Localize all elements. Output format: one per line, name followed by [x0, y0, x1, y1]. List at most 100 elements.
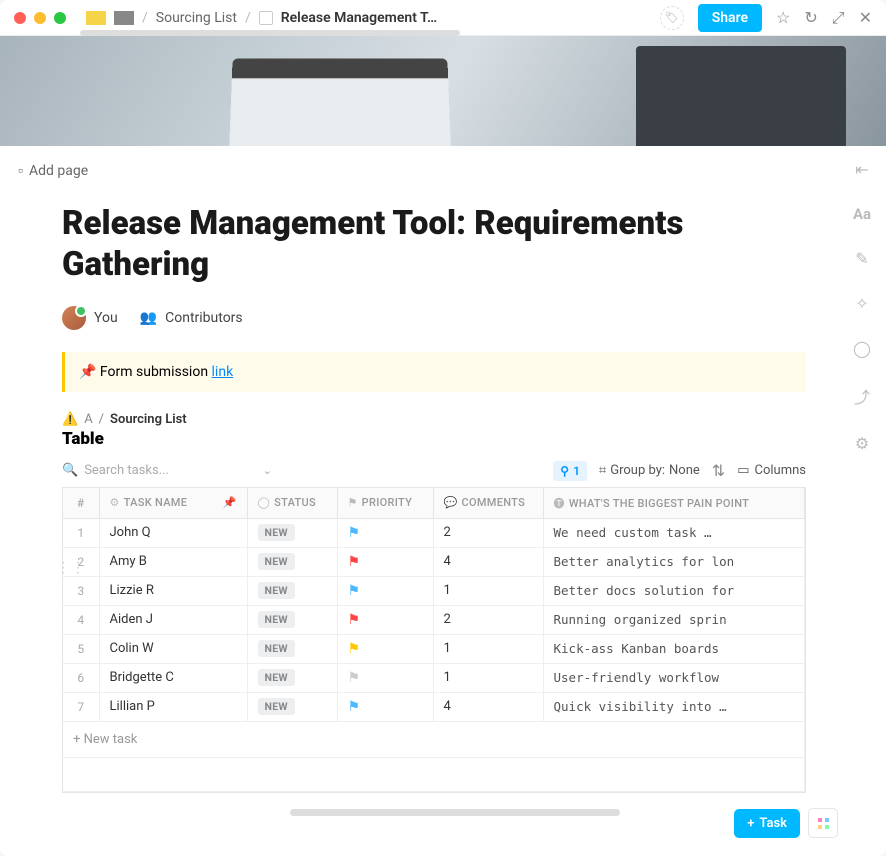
breadcrumb-parent[interactable]: Sourcing List — [156, 10, 237, 26]
folder-chip — [86, 11, 106, 25]
th-name-label: TASK NAME — [124, 496, 188, 509]
table-crumb-a: A — [84, 412, 92, 427]
page-title[interactable]: Release Management Tool: Requirements Ga… — [62, 203, 806, 286]
horizontal-scrollbar[interactable] — [290, 809, 620, 816]
task-priority[interactable]: ⚑ — [337, 576, 433, 605]
task-status[interactable]: NEW — [247, 663, 337, 692]
apps-icon — [818, 818, 829, 829]
callout-link[interactable]: link — [212, 364, 234, 380]
filter-icon: ⚲ — [560, 464, 569, 478]
apps-button[interactable] — [808, 808, 838, 838]
task-pain[interactable]: Quick visibility into … — [543, 692, 805, 721]
chat-icon[interactable]: ◯ — [853, 339, 871, 358]
task-name[interactable]: Colin W — [99, 634, 247, 663]
pin-icon[interactable]: 📌 — [223, 496, 237, 509]
task-comments[interactable]: 1 — [433, 634, 543, 663]
th-comments[interactable]: 💬COMMENTS — [433, 488, 543, 519]
task-name[interactable]: Bridgette C — [99, 663, 247, 692]
table-title[interactable]: Table — [62, 429, 806, 449]
table-row[interactable]: 4Aiden JNEW⚑2Running organized sprin — [63, 605, 805, 634]
task-pain[interactable]: We need custom task … — [543, 518, 805, 547]
collapse-icon[interactable]: ⤢ — [832, 8, 845, 28]
table-row[interactable]: 7Lillian PNEW⚑4Quick visibility into … — [63, 692, 805, 721]
new-task-button[interactable]: + New task — [63, 722, 805, 758]
task-status[interactable]: NEW — [247, 518, 337, 547]
drag-handle-icon[interactable]: ⋮⋮ — [56, 560, 86, 576]
folder-chip-2 — [114, 11, 134, 25]
indent-icon[interactable]: ⇤ — [855, 160, 868, 179]
task-pain[interactable]: User-friendly workflow — [543, 663, 805, 692]
task-name[interactable]: John Q — [99, 518, 247, 547]
columns-button[interactable]: ▭ Columns — [737, 463, 806, 478]
task-priority[interactable]: ⚑ — [337, 518, 433, 547]
wand-icon[interactable]: ✎ — [855, 249, 868, 268]
warn-icon: ⚠️ — [62, 412, 78, 427]
task-pain[interactable]: Better analytics for lon — [543, 547, 805, 576]
new-task-fab[interactable]: +Task — [734, 809, 800, 838]
table-row[interactable]: 6Bridgette CNEW⚑1User-friendly workflow — [63, 663, 805, 692]
task-comments[interactable]: 2 — [433, 518, 543, 547]
task-priority[interactable]: ⚑ — [337, 634, 433, 663]
table-row[interactable]: 3Lizzie RNEW⚑1Better docs solution for — [63, 576, 805, 605]
th-num[interactable]: # — [63, 488, 99, 519]
add-page-button[interactable]: ▫ Add page — [18, 162, 806, 179]
th-pain[interactable]: 🅣WHAT'S THE BIGGEST PAIN POINT — [543, 488, 805, 519]
table-row[interactable]: 2Amy BNEW⚑4Better analytics for lon — [63, 547, 805, 576]
th-status-label: STATUS — [274, 496, 316, 509]
th-name[interactable]: ⚙TASK NAME📌 — [99, 488, 247, 519]
history-icon[interactable]: ↻ — [804, 8, 817, 27]
th-priority[interactable]: ⚑PRIORITY — [337, 488, 433, 519]
typography-icon[interactable]: Aa — [853, 205, 871, 223]
task-status[interactable]: NEW — [247, 576, 337, 605]
gear-icon[interactable]: ⚙ — [855, 434, 869, 453]
contributors[interactable]: 👥 Contributors — [140, 310, 243, 326]
search-input[interactable] — [84, 463, 244, 478]
row-num: 4 — [63, 605, 99, 634]
filter-badge[interactable]: ⚲ 1 — [553, 461, 587, 481]
task-priority[interactable]: ⚑ — [337, 547, 433, 576]
task-name[interactable]: Amy B — [99, 547, 247, 576]
add-page-label: Add page — [29, 163, 88, 179]
chevron-down-icon[interactable]: ⌄ — [263, 464, 272, 477]
task-status[interactable]: NEW — [247, 692, 337, 721]
breadcrumb-current: Release Management T… — [281, 10, 437, 26]
star-icon[interactable]: ☆ — [776, 8, 790, 27]
tag-icon[interactable]: 🏷 — [660, 6, 684, 30]
task-priority[interactable]: ⚑ — [337, 692, 433, 721]
table-row[interactable]: 1John QNEW⚑2We need custom task … — [63, 518, 805, 547]
sparkle-icon[interactable]: ✧ — [855, 294, 868, 313]
author-you[interactable]: You — [62, 306, 118, 330]
group-icon: ⌗ — [599, 463, 606, 478]
window-close[interactable] — [14, 12, 26, 24]
group-by[interactable]: ⌗ Group by: None — [599, 463, 700, 478]
task-status[interactable]: NEW — [247, 547, 337, 576]
task-status[interactable]: NEW — [247, 634, 337, 663]
upload-icon[interactable]: ⤴ — [854, 384, 870, 408]
status-badge: NEW — [258, 553, 295, 570]
columns-icon: ▭ — [737, 463, 749, 478]
close-icon[interactable]: ✕ — [859, 8, 872, 27]
task-pain[interactable]: Better docs solution for — [543, 576, 805, 605]
table-crumb-current[interactable]: Sourcing List — [110, 412, 187, 427]
callout-text: Form submission — [100, 364, 212, 380]
task-status[interactable]: NEW — [247, 605, 337, 634]
task-comments[interactable]: 4 — [433, 547, 543, 576]
window-max[interactable] — [54, 12, 66, 24]
window-min[interactable] — [34, 12, 46, 24]
table-row[interactable]: 5Colin WNEW⚑1Kick-ass Kanban boards — [63, 634, 805, 663]
task-priority[interactable]: ⚑ — [337, 663, 433, 692]
task-name[interactable]: Lillian P — [99, 692, 247, 721]
task-name[interactable]: Aiden J — [99, 605, 247, 634]
task-pain[interactable]: Kick-ass Kanban boards — [543, 634, 805, 663]
task-comments[interactable]: 1 — [433, 663, 543, 692]
th-status[interactable]: ◯STATUS — [247, 488, 337, 519]
task-comments[interactable]: 4 — [433, 692, 543, 721]
task-priority[interactable]: ⚑ — [337, 605, 433, 634]
sort-icon[interactable]: ⇅ — [712, 461, 725, 480]
share-button[interactable]: Share — [698, 4, 762, 32]
table-crumb-sep: / — [99, 412, 104, 427]
task-comments[interactable]: 1 — [433, 576, 543, 605]
task-comments[interactable]: 2 — [433, 605, 543, 634]
task-pain[interactable]: Running organized sprin — [543, 605, 805, 634]
task-name[interactable]: Lizzie R — [99, 576, 247, 605]
